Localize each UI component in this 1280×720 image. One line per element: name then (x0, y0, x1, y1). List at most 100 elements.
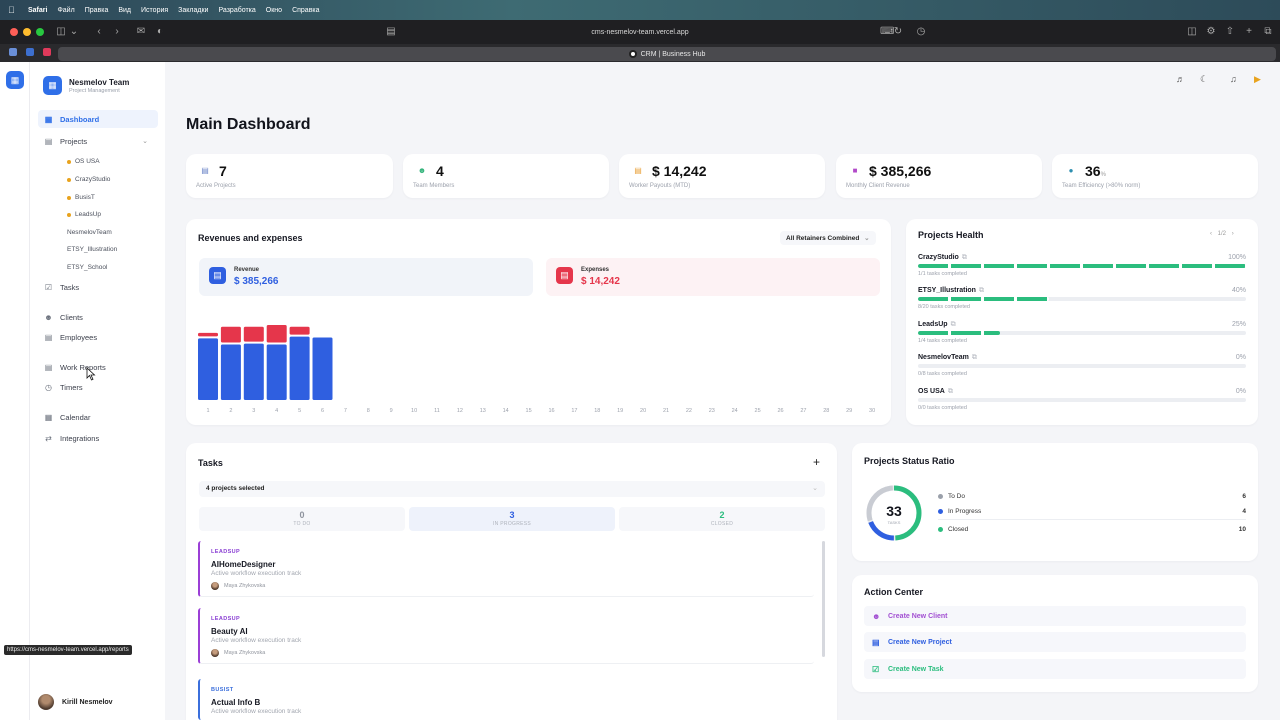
project-filter-dropdown[interactable]: 4 projects selected ⌄ (199, 481, 825, 497)
sidebar-item-calendar[interactable]: ▦ Calendar (38, 408, 158, 426)
reload-icon[interactable]: ↻ (892, 26, 904, 38)
retainer-filter-dropdown[interactable]: All Retainers Combined ⌄ (780, 231, 876, 245)
pinned-tab-icon[interactable] (43, 48, 51, 56)
calendar-icon: ▦ (44, 412, 53, 422)
sidebar-item-integrations[interactable]: ⇄ Integrations (38, 429, 158, 447)
add-task-button[interactable]: + (813, 455, 820, 469)
sidebar-toggle-icon[interactable]: ◫ (55, 26, 67, 38)
bar-revenue-4[interactable] (266, 344, 287, 400)
address-bar[interactable]: cms-nesmelov-team.vercel.app (380, 23, 900, 41)
close-window-button[interactable] (10, 28, 18, 36)
share-icon[interactable]: ⇧ (1224, 26, 1236, 38)
stat-value: $ 14,242 (652, 163, 707, 179)
clock-icon: ◷ (45, 382, 52, 392)
bar-expenses-4[interactable] (266, 324, 287, 343)
external-link-icon[interactable]: ⧉ (979, 287, 984, 294)
minimize-window-button[interactable] (23, 28, 31, 36)
bar-expenses-5[interactable] (289, 326, 310, 335)
bar-revenue-1[interactable] (198, 338, 218, 400)
sidebar-project-leadsup[interactable]: LeadsUp (67, 211, 101, 218)
create-new-task-button[interactable]: ☑ Create New Task (864, 659, 1246, 679)
sidebar-project-busist[interactable]: BusisT (67, 194, 95, 201)
sidebar-item-employees[interactable]: ▤ Employees (38, 328, 158, 346)
external-link-icon[interactable]: ⧉ (972, 354, 977, 361)
x-tick-label: 9 (390, 408, 393, 414)
sidebar-item-work-reports[interactable]: ▤ Work Reports (38, 358, 158, 376)
task-item[interactable]: LEADSUP AIHomeDesigner Active workflow e… (198, 541, 814, 597)
users-icon: ☻ (417, 166, 427, 175)
tabs-overview-icon[interactable]: ⧉ (1262, 26, 1274, 38)
menubar-item-bookmarks[interactable]: Закладки (178, 7, 208, 14)
task-item[interactable]: LEADSUP Beauty AI Active workflow execut… (198, 608, 814, 664)
revenue-pill: ▤ Revenue $ 385,266 (199, 258, 533, 296)
mail-icon[interactable]: ✉ (135, 26, 147, 38)
create-new-client-button[interactable]: ☻ Create New Client (864, 606, 1246, 626)
menubar-item-view[interactable]: Вид (118, 7, 131, 14)
sidebar-project-crazystudio[interactable]: CrazyStudio (67, 176, 110, 183)
task-item[interactable]: BUSIST Actual Info B Active workflow exe… (198, 679, 814, 720)
segment-todo[interactable]: 0 TO DO (199, 507, 405, 531)
x-tick-label: 21 (663, 408, 669, 414)
sidebar-project-etsy-school[interactable]: ETSY_School (67, 264, 107, 271)
menubar-item-history[interactable]: История (141, 7, 168, 14)
zoom-window-button[interactable] (36, 28, 44, 36)
health-progress-track (918, 297, 1246, 301)
sidebar-item-label: Dashboard (60, 114, 100, 124)
sidebar-project-os-usa[interactable]: OS USA (67, 158, 100, 165)
sidebar-project-nesmelovteam[interactable]: NesmelovTeam (67, 229, 112, 236)
bar-revenue-3[interactable] (243, 343, 264, 400)
menubar-item-help[interactable]: Справка (292, 7, 319, 14)
tab-crm-business-hub[interactable]: CRM | Business Hub (58, 47, 1276, 61)
bar-revenue-6[interactable] (312, 337, 333, 400)
bell-icon[interactable]: ♫ (1230, 74, 1237, 84)
pinned-tab-icon[interactable] (9, 48, 17, 56)
user-profile[interactable]: Kirill Nesmelov (38, 694, 113, 710)
health-progress-track (918, 398, 1246, 402)
sidebar-item-clients[interactable]: ☻ Clients (38, 308, 158, 326)
play-icon[interactable]: ▶ (1254, 74, 1261, 85)
chevron-right-icon[interactable]: › (1232, 231, 1234, 237)
external-link-icon[interactable]: ⧉ (962, 254, 967, 261)
new-tab-icon[interactable]: + (1243, 26, 1255, 38)
downloads-icon[interactable]: ◫ (1186, 26, 1198, 38)
bar-expenses-3[interactable] (243, 326, 264, 342)
sidebar-item-timers[interactable]: ◷ Timers (38, 378, 158, 396)
bar-revenue-5[interactable] (289, 336, 310, 400)
menubar-app-name[interactable]: Safari (28, 7, 47, 14)
history-icon[interactable]: ◷ (915, 26, 927, 38)
dropdown-value: All Retainers Combined (786, 235, 860, 242)
sidebar-item-tasks[interactable]: ☑ Tasks (38, 278, 158, 296)
menubar-item-edit[interactable]: Правка (85, 7, 109, 14)
sidebar-project-etsy-illustration[interactable]: ETSY_Illustration (67, 246, 117, 253)
shield-icon[interactable]: ◐ (154, 26, 166, 38)
segment-label: CLOSED (710, 521, 734, 527)
tasks-scrollbar[interactable] (822, 541, 825, 657)
translate-icon[interactable]: ⌨ (880, 26, 894, 38)
bar-revenue-2[interactable] (220, 344, 241, 400)
gear-icon[interactable]: ⚙ (1205, 26, 1217, 38)
external-link-icon[interactable]: ⧉ (951, 321, 956, 328)
bar-expenses-1[interactable] (198, 332, 218, 337)
chevron-down-icon[interactable]: ⌄ (68, 26, 80, 38)
forward-icon[interactable]: › (111, 26, 123, 38)
segment-in-progress[interactable]: 3 IN PROGRESS (409, 507, 615, 531)
sidebar-item-projects[interactable]: ▤ Projects ⌄ (38, 132, 158, 150)
moon-icon[interactable]: ☾ (1200, 74, 1208, 85)
apple-icon[interactable]:  (8, 5, 18, 15)
projects-health-card (906, 219, 1258, 425)
segment-closed[interactable]: 2 CLOSED (619, 507, 825, 531)
action-center-title: Action Center (864, 587, 924, 597)
menubar-item-window[interactable]: Окно (266, 7, 282, 14)
back-icon[interactable]: ‹ (93, 26, 105, 38)
grid-logo-icon[interactable]: ▦ (6, 71, 24, 89)
sidebar-item-dashboard[interactable]: ▦ Dashboard (38, 110, 158, 128)
create-new-project-button[interactable]: ▤ Create New Project (864, 632, 1246, 652)
menubar-item-file[interactable]: Файл (57, 7, 74, 14)
bar-expenses-2[interactable] (220, 326, 241, 343)
external-link-icon[interactable]: ⧉ (948, 388, 953, 395)
chevron-left-icon[interactable]: ‹ (1210, 231, 1212, 237)
pinned-tab-icon[interactable] (26, 48, 34, 56)
menubar-item-develop[interactable]: Разработка (218, 7, 255, 14)
action-label: Create New Task (888, 665, 944, 673)
speaker-icon[interactable]: ♬ (1176, 74, 1185, 84)
